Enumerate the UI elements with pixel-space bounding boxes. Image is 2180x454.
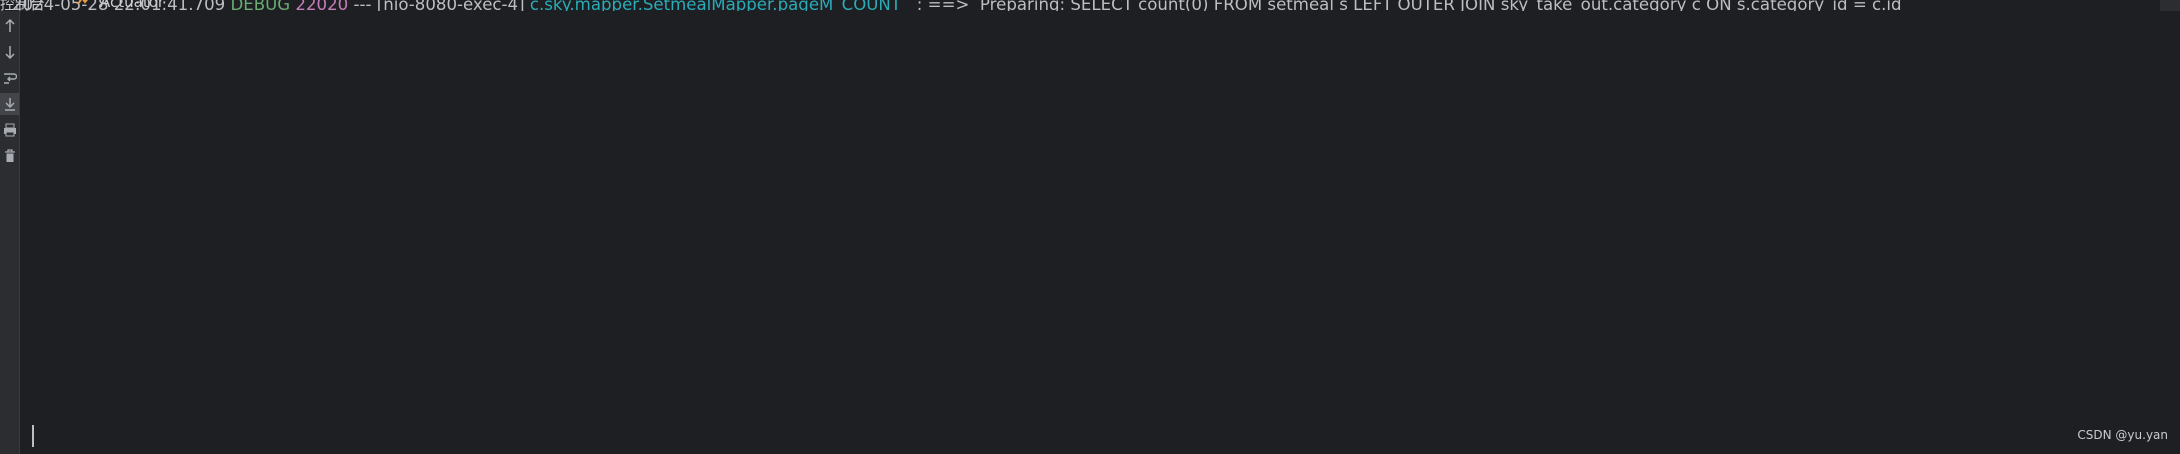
log-message: : ==> Preparing: SELECT count(0) FROM se… <box>911 0 1902 11</box>
log-level: DEBUG <box>230 0 291 11</box>
tab-actuator[interactable]: Actuator <box>100 0 164 11</box>
soft-wrap-button[interactable] <box>0 67 19 89</box>
scroll-to-end-button[interactable] <box>0 93 19 115</box>
trash-icon <box>4 149 15 162</box>
scroll-down-button[interactable] <box>0 41 19 63</box>
log-logger: c.sky.mapper.SetmealMapper.pageM_COUNT <box>529 0 912 11</box>
log-pid: 22020 <box>295 0 349 11</box>
console-toolbar <box>0 11 20 454</box>
scroll-up-button[interactable] <box>0 15 19 37</box>
clear-all-button[interactable] <box>0 145 19 167</box>
print-button[interactable] <box>0 119 19 141</box>
arrow-up-icon <box>4 19 15 32</box>
tab-console[interactable]: 控制台 2024-05-28 22:01:41.709 DEBUG 22020 -… <box>0 0 2160 11</box>
tool-window-header: 控制台 2024-05-28 22:01:41.709 DEBUG 22020 -… <box>0 0 2180 11</box>
log-separator: --- <box>353 0 372 11</box>
actuator-icon <box>77 0 88 5</box>
console-output[interactable] <box>20 11 2180 454</box>
log-thread: [nio-8080-exec-4] <box>376 0 525 11</box>
printer-icon <box>3 123 16 137</box>
scroll-to-end-icon <box>4 98 15 111</box>
text-cursor <box>32 425 34 447</box>
log-line: 2024-05-28 22:01:41.709 DEBUG 22020 --- … <box>12 0 1902 11</box>
soft-wrap-icon <box>3 73 17 84</box>
vertical-scrollbar[interactable] <box>2174 11 2180 454</box>
arrow-down-icon <box>4 46 15 59</box>
watermark: CSDN @yu.yan <box>2077 428 2168 442</box>
